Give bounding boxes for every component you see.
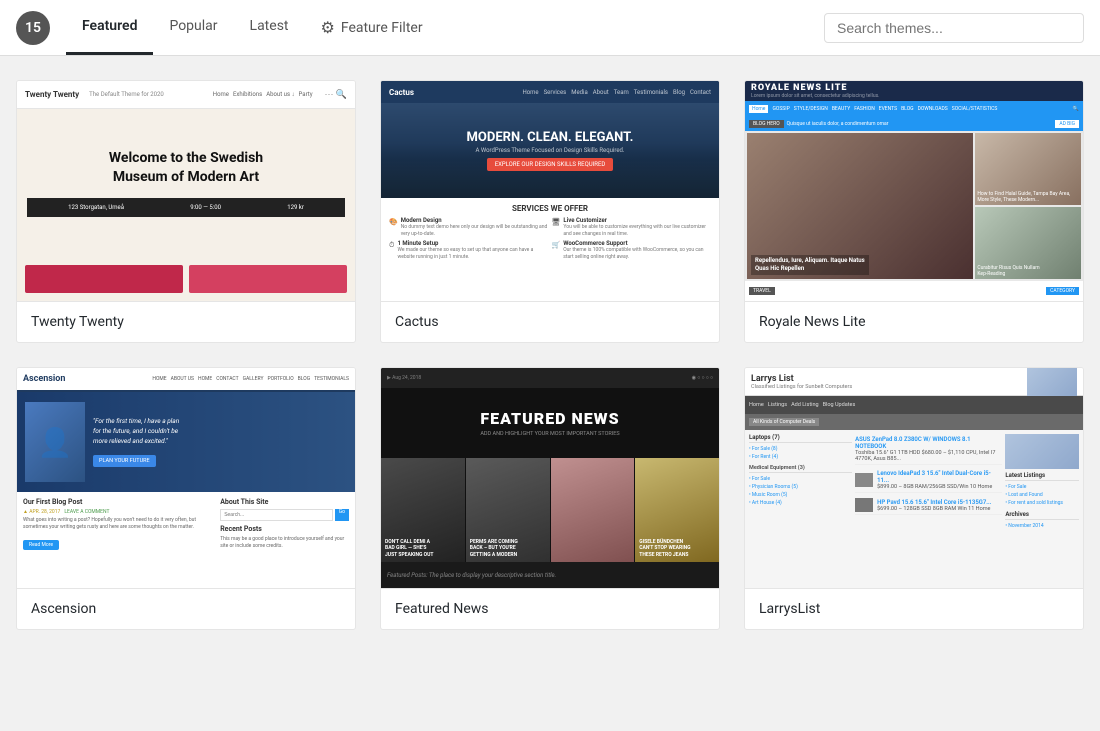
- gear-icon: ⚙: [321, 18, 335, 37]
- feature-filter-button[interactable]: ⚙ Feature Filter: [305, 0, 439, 55]
- theme-count-badge: 15: [16, 11, 50, 45]
- themes-header: 15 Featured Popular Latest ⚙ Feature Fil…: [0, 0, 1100, 56]
- theme-name-featured-news: Featured News: [381, 588, 719, 629]
- theme-name-royale: Royale News Lite: [745, 301, 1083, 342]
- theme-preview-royale: ROYALE NEWS LITE Lorem ipsum dolor sit a…: [745, 81, 1083, 301]
- preview-search: [220, 509, 333, 521]
- theme-card-featured-news[interactable]: ▶ Aug 24, 2018 ◉ ○ ○ ○ ○ FEATURED NEWS A…: [380, 367, 720, 630]
- theme-card-cactus[interactable]: Cactus HomeServicesMediaAboutTeamTestimo…: [380, 80, 720, 343]
- theme-card-larrys-list[interactable]: Larrys List Classified Listings for Sunb…: [744, 367, 1084, 630]
- theme-name-twenty-twenty: Twenty Twenty: [17, 301, 355, 342]
- themes-grid: Twenty Twenty The Default Theme for 2020…: [0, 56, 1100, 654]
- search-wrap: [824, 13, 1084, 43]
- theme-preview-ascension: Ascension HOMEABOUT USHOMECONTACTGALLERY…: [17, 368, 355, 588]
- theme-name-cactus: Cactus: [381, 301, 719, 342]
- theme-card-royale-news-lite[interactable]: ROYALE NEWS LITE Lorem ipsum dolor sit a…: [744, 80, 1084, 343]
- theme-card-ascension[interactable]: Ascension HOMEABOUT USHOMECONTACTGALLERY…: [16, 367, 356, 630]
- theme-preview-featured-news: ▶ Aug 24, 2018 ◉ ○ ○ ○ ○ FEATURED NEWS A…: [381, 368, 719, 588]
- tab-popular[interactable]: Popular: [153, 0, 233, 55]
- tab-featured[interactable]: Featured: [66, 0, 153, 55]
- search-input[interactable]: [824, 13, 1084, 43]
- theme-card-twenty-twenty[interactable]: Twenty Twenty The Default Theme for 2020…: [16, 80, 356, 343]
- tab-latest[interactable]: Latest: [234, 0, 305, 55]
- theme-preview-twenty-twenty: Twenty Twenty The Default Theme for 2020…: [17, 81, 355, 301]
- theme-name-ascension: Ascension: [17, 588, 355, 629]
- nav-tabs: Featured Popular Latest ⚙ Feature Filter: [66, 0, 439, 55]
- theme-preview-larrys-list: Larrys List Classified Listings for Sunb…: [745, 368, 1083, 588]
- theme-preview-cactus: Cactus HomeServicesMediaAboutTeamTestimo…: [381, 81, 719, 301]
- theme-name-larrys-list: LarrysList: [745, 588, 1083, 629]
